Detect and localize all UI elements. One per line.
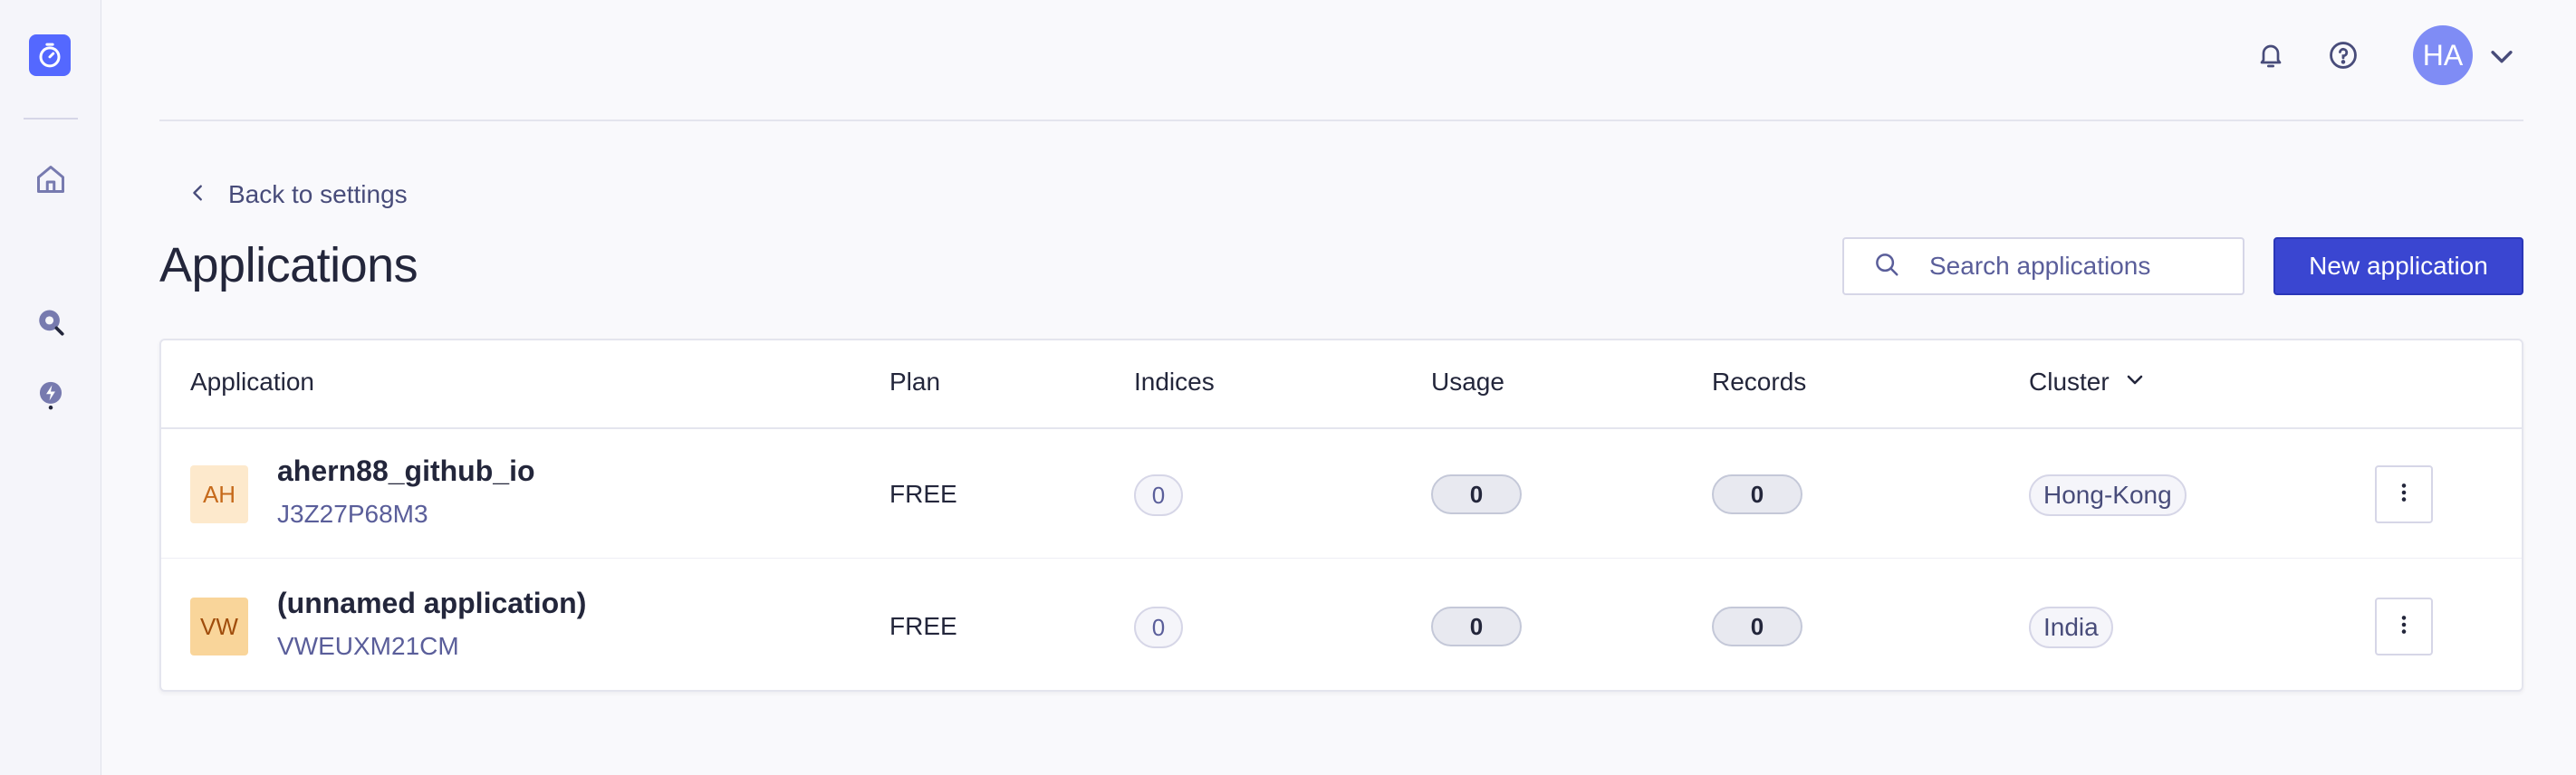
- column-header-application: Application: [190, 368, 314, 396]
- column-header-cluster[interactable]: Cluster: [2029, 368, 2146, 397]
- left-rail: [0, 0, 101, 775]
- applications-table: Application Plan Indices Usage Records C…: [159, 339, 2523, 692]
- cluster-header-label: Cluster: [2029, 368, 2110, 396]
- indices-count: 0: [1134, 607, 1183, 648]
- topbar-divider: [159, 120, 2523, 121]
- more-vertical-icon: [2392, 613, 2416, 641]
- search-input[interactable]: [1929, 252, 2228, 281]
- plan-cell: FREE: [889, 480, 957, 508]
- column-header-records: Records: [1712, 368, 1807, 396]
- chevron-down-icon[interactable]: [2485, 40, 2518, 72]
- bell-icon[interactable]: [2252, 36, 2290, 74]
- app-id: J3Z27P68M3: [277, 500, 428, 528]
- cluster-badge: India: [2029, 607, 2113, 648]
- indices-count: 0: [1134, 474, 1183, 516]
- back-link-label: Back to settings: [228, 180, 408, 208]
- app-id: VWEUXM21CM: [277, 632, 459, 660]
- plan-cell: FREE: [889, 612, 957, 640]
- chevron-left-icon: [188, 180, 208, 209]
- search-icon: [1873, 251, 1900, 282]
- search-box[interactable]: [1842, 237, 2244, 295]
- app-badge: VW: [190, 598, 248, 655]
- user-avatar[interactable]: HA: [2413, 25, 2473, 85]
- new-application-button[interactable]: New application: [2273, 237, 2523, 295]
- table-row[interactable]: VW (unnamed application) VWEUXM21CM FREE…: [161, 561, 2522, 694]
- search-insights-icon[interactable]: [33, 304, 69, 340]
- page-title: Applications: [159, 238, 418, 292]
- row-actions-button[interactable]: [2375, 465, 2433, 523]
- bolt-icon[interactable]: [33, 377, 69, 413]
- table-row[interactable]: AH ahern88_github_io J3Z27P68M3 FREE 0 0…: [161, 429, 2522, 561]
- stopwatch-logo-icon[interactable]: [29, 34, 71, 76]
- app-badge: AH: [190, 465, 248, 523]
- row-divider: [161, 558, 2522, 559]
- row-actions-button[interactable]: [2375, 598, 2433, 655]
- cluster-badge: Hong-Kong: [2029, 474, 2187, 516]
- home-icon[interactable]: [33, 161, 69, 197]
- app-name[interactable]: ahern88_github_io: [277, 454, 535, 488]
- app-name[interactable]: (unnamed application): [277, 587, 586, 620]
- records-count: 0: [1712, 474, 1802, 514]
- usage-count: 0: [1431, 474, 1522, 514]
- help-icon[interactable]: [2324, 36, 2362, 74]
- column-header-indices: Indices: [1134, 368, 1215, 396]
- records-count: 0: [1712, 607, 1802, 646]
- chevron-down-icon: [2124, 368, 2146, 397]
- column-header-plan: Plan: [889, 368, 941, 396]
- usage-count: 0: [1431, 607, 1522, 646]
- more-vertical-icon: [2392, 481, 2416, 509]
- rail-divider: [24, 118, 78, 120]
- back-to-settings-link[interactable]: Back to settings: [188, 176, 408, 214]
- column-header-usage: Usage: [1431, 368, 1504, 396]
